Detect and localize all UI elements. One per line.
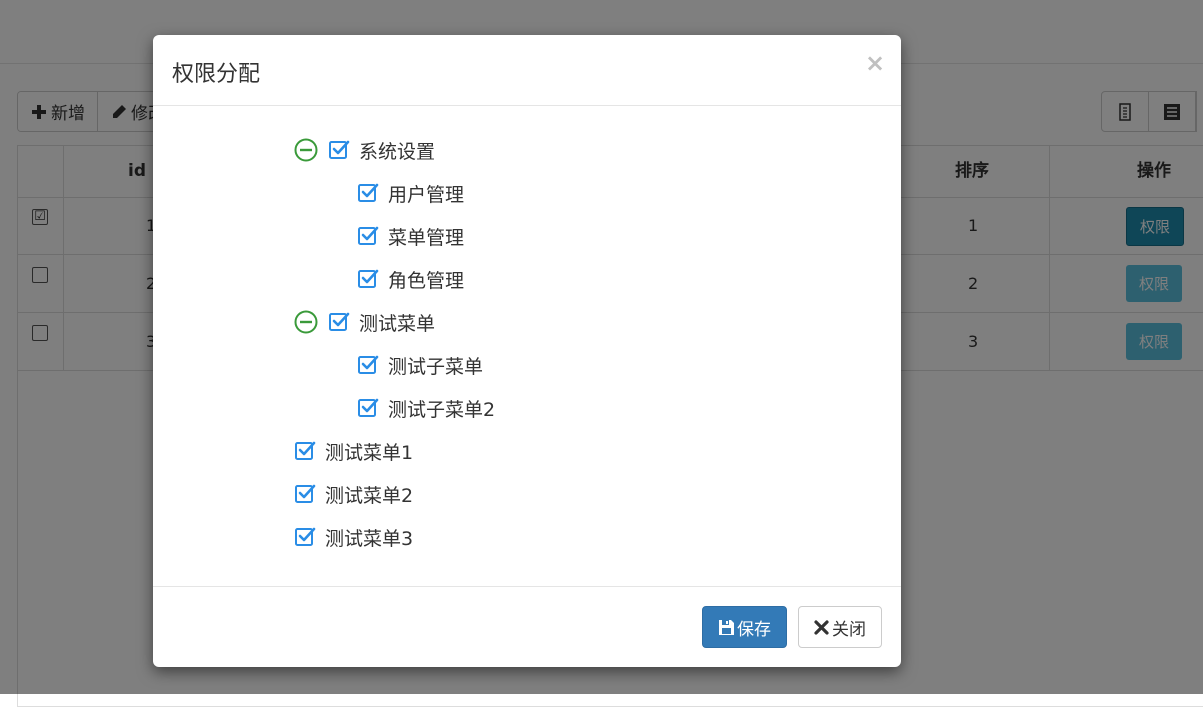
close-icon[interactable]: × <box>865 49 885 77</box>
tree-node-label: 用户管理 <box>388 183 465 206</box>
tree-node[interactable]: 测试子菜单 <box>357 351 483 379</box>
tree-node[interactable]: 测试子菜单2 <box>357 394 495 422</box>
checked-checkbox-icon[interactable] <box>328 139 350 161</box>
modal-title: 权限分配 <box>172 62 261 87</box>
collapse-minus-icon[interactable] <box>294 138 318 162</box>
checked-checkbox-icon[interactable] <box>294 440 316 462</box>
modal-header: 权限分配 × <box>153 35 901 106</box>
tree-node[interactable]: 菜单管理 <box>357 222 464 250</box>
tree-node-label: 测试子菜单2 <box>388 398 496 421</box>
tree-node-label: 系统设置 <box>359 140 436 163</box>
checked-checkbox-icon[interactable] <box>294 526 316 548</box>
tree-node-label: 测试菜单1 <box>325 441 414 464</box>
tree-node-label: 测试子菜单 <box>388 355 484 378</box>
tree-node-label: 菜单管理 <box>388 226 465 249</box>
checked-checkbox-icon[interactable] <box>357 225 379 247</box>
checked-checkbox-icon[interactable] <box>294 483 316 505</box>
tree-node-label: 测试菜单2 <box>325 484 414 507</box>
tree-node-label: 测试菜单3 <box>325 527 414 550</box>
permission-tree: 系统设置 用户管理 菜单管理 角色管理 测试菜单 测试子菜单 测试子菜单2 测试… <box>153 106 901 585</box>
permission-modal: 权限分配 × 系统设置 用户管理 菜单管理 角色管理 测试菜单 测试子菜单 测试… <box>153 35 901 667</box>
checked-checkbox-icon[interactable] <box>357 397 379 419</box>
close-button[interactable]: 关闭 <box>798 606 882 648</box>
tree-node-label: 角色管理 <box>388 269 465 292</box>
tree-node[interactable]: 测试菜单1 <box>294 437 413 465</box>
tree-node[interactable]: 用户管理 <box>357 179 464 207</box>
save-button-label: 保存 <box>737 619 771 640</box>
checked-checkbox-icon[interactable] <box>328 311 350 333</box>
checked-checkbox-icon[interactable] <box>357 354 379 376</box>
modal-footer: 保存 关闭 <box>153 586 901 668</box>
tree-node[interactable]: 角色管理 <box>357 265 464 293</box>
tree-node[interactable]: 测试菜单3 <box>294 523 413 551</box>
checked-checkbox-icon[interactable] <box>357 268 379 290</box>
checked-checkbox-icon[interactable] <box>357 182 379 204</box>
tree-node-label: 测试菜单 <box>359 312 436 335</box>
tree-node[interactable]: 测试菜单2 <box>294 480 413 508</box>
floppy-disk-icon <box>719 619 734 635</box>
save-button[interactable]: 保存 <box>702 606 787 648</box>
times-icon <box>814 619 829 635</box>
tree-node[interactable]: 系统设置 <box>294 136 435 164</box>
tree-node[interactable]: 测试菜单 <box>294 308 435 336</box>
collapse-minus-icon[interactable] <box>294 310 318 334</box>
close-button-label: 关闭 <box>832 619 866 640</box>
